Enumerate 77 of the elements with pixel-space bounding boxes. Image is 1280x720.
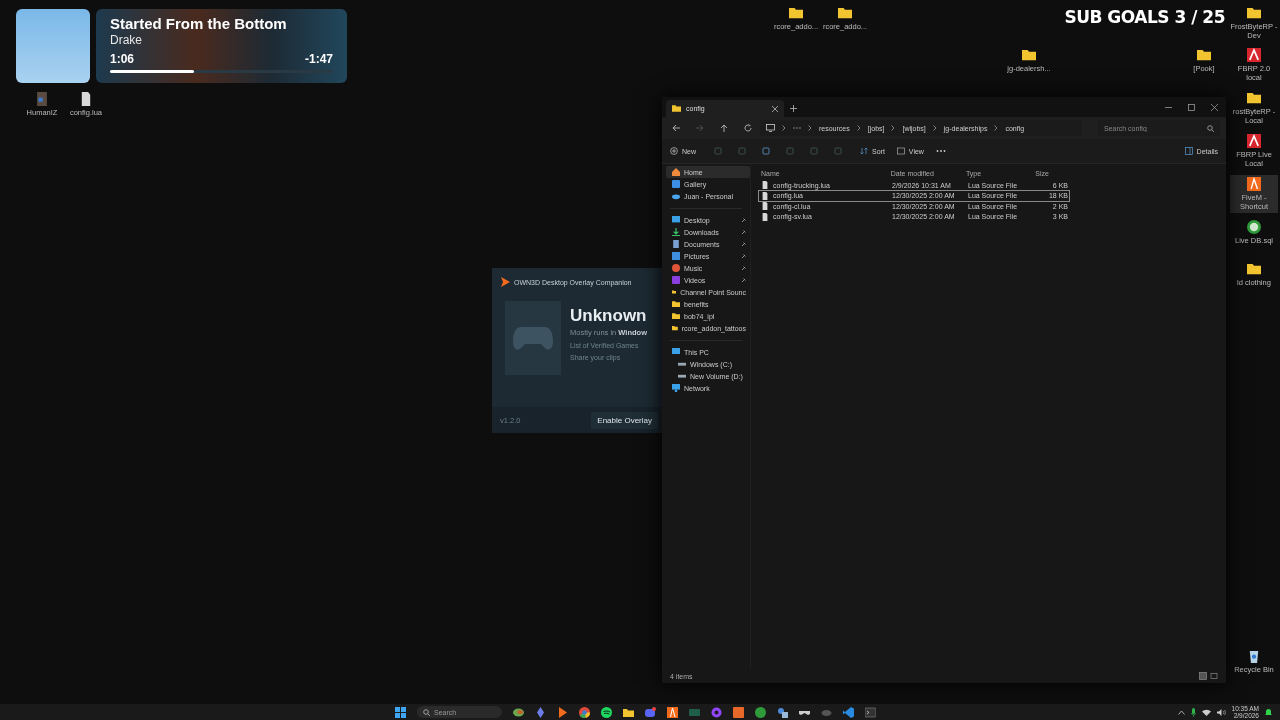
- folder-icon: [789, 6, 803, 20]
- folder-icon: [1247, 6, 1261, 20]
- app-shortcut-icon: [1247, 177, 1261, 191]
- volume-icon[interactable]: [1216, 708, 1226, 716]
- wifi-icon[interactable]: [1201, 708, 1211, 716]
- folder-icon[interactable]: [623, 706, 634, 718]
- microphone-icon[interactable]: [1190, 707, 1196, 717]
- browser-icon[interactable]: [579, 706, 590, 718]
- gem-icon[interactable]: [535, 706, 546, 718]
- monitor-icon: [672, 216, 680, 224]
- code-editor-icon[interactable]: [843, 706, 854, 718]
- folder-icon: [1197, 48, 1211, 62]
- letter-a-app-icon: [1247, 134, 1261, 148]
- ring-app-icon[interactable]: [711, 706, 722, 718]
- gallery-icon: [672, 180, 680, 188]
- sort-icon: [860, 147, 868, 155]
- details-pane-icon: [1184, 147, 1193, 155]
- chevron-icon: [856, 125, 861, 131]
- artist-name: Drake: [110, 33, 143, 47]
- document-icon: [672, 240, 680, 248]
- more-icon[interactable]: [935, 149, 946, 153]
- chevron-icon: [808, 125, 812, 131]
- play-logo-icon: [500, 277, 510, 287]
- chat-app-icon[interactable]: [645, 706, 656, 718]
- enable-overlay-button[interactable]: Enable Overlay: [591, 411, 658, 429]
- picture-icon: [672, 252, 680, 260]
- chevron-up-icon[interactable]: [1177, 709, 1185, 715]
- up-arrow-icon[interactable]: [720, 124, 728, 132]
- search-icon: [1207, 124, 1214, 132]
- computer-icon: [672, 348, 680, 356]
- video-icon: [672, 276, 680, 284]
- play-icon[interactable]: [557, 706, 568, 718]
- chevron-icon: [994, 125, 999, 131]
- tiles-view-icon[interactable]: [1210, 672, 1218, 680]
- app-shortcut-icon[interactable]: [667, 706, 678, 718]
- cloud-icon: [672, 192, 680, 200]
- download-icon: [672, 228, 680, 236]
- paste-icon[interactable]: [762, 147, 770, 155]
- maximize-icon[interactable]: [1188, 103, 1195, 111]
- game-title: Unknown: [570, 306, 648, 326]
- bell-icon[interactable]: [1265, 708, 1272, 716]
- chevron-icon: [782, 125, 786, 131]
- close-icon[interactable]: [1211, 103, 1218, 111]
- folder-icon: [838, 6, 852, 20]
- widget-icon[interactable]: [513, 706, 524, 718]
- image-file-icon: [35, 92, 49, 106]
- folder-icon: [672, 104, 681, 113]
- remaining-time: -1:47: [305, 52, 333, 66]
- circle-app-icon[interactable]: [755, 706, 766, 718]
- folder-icon: [1022, 48, 1036, 62]
- sub-goals-counter: SUB GOALS 3 / 25: [1064, 7, 1225, 27]
- chevron-icon: [932, 125, 937, 131]
- windows-start-icon[interactable]: [395, 706, 406, 718]
- folder-icon: [1247, 262, 1261, 276]
- letter-a-app-icon: [1247, 48, 1261, 62]
- network-icon: [672, 384, 680, 392]
- plus-icon[interactable]: [790, 105, 797, 112]
- chevron-icon: [891, 125, 896, 131]
- refresh-icon[interactable]: [744, 124, 752, 132]
- people-icon[interactable]: [777, 706, 788, 718]
- music-icon: [672, 264, 680, 272]
- file-icon: [79, 92, 93, 106]
- recycle-bin-icon: [1247, 649, 1261, 663]
- home-icon: [672, 168, 680, 176]
- plus-circle-icon: [670, 147, 678, 155]
- square-app-icon[interactable]: [733, 706, 744, 718]
- elapsed-time: 1:06: [110, 52, 135, 66]
- terminal-icon[interactable]: [865, 706, 876, 718]
- list-view-icon: [896, 147, 905, 155]
- database-icon: [1247, 220, 1261, 234]
- monitor-icon: [766, 124, 775, 132]
- folder-icon: [1247, 91, 1261, 105]
- song-title: Started From the Bottom: [110, 15, 288, 32]
- music-app-icon[interactable]: [601, 706, 612, 718]
- back-arrow-icon[interactable]: [672, 124, 680, 132]
- close-icon[interactable]: [772, 105, 778, 112]
- gamepad-icon: [513, 325, 553, 351]
